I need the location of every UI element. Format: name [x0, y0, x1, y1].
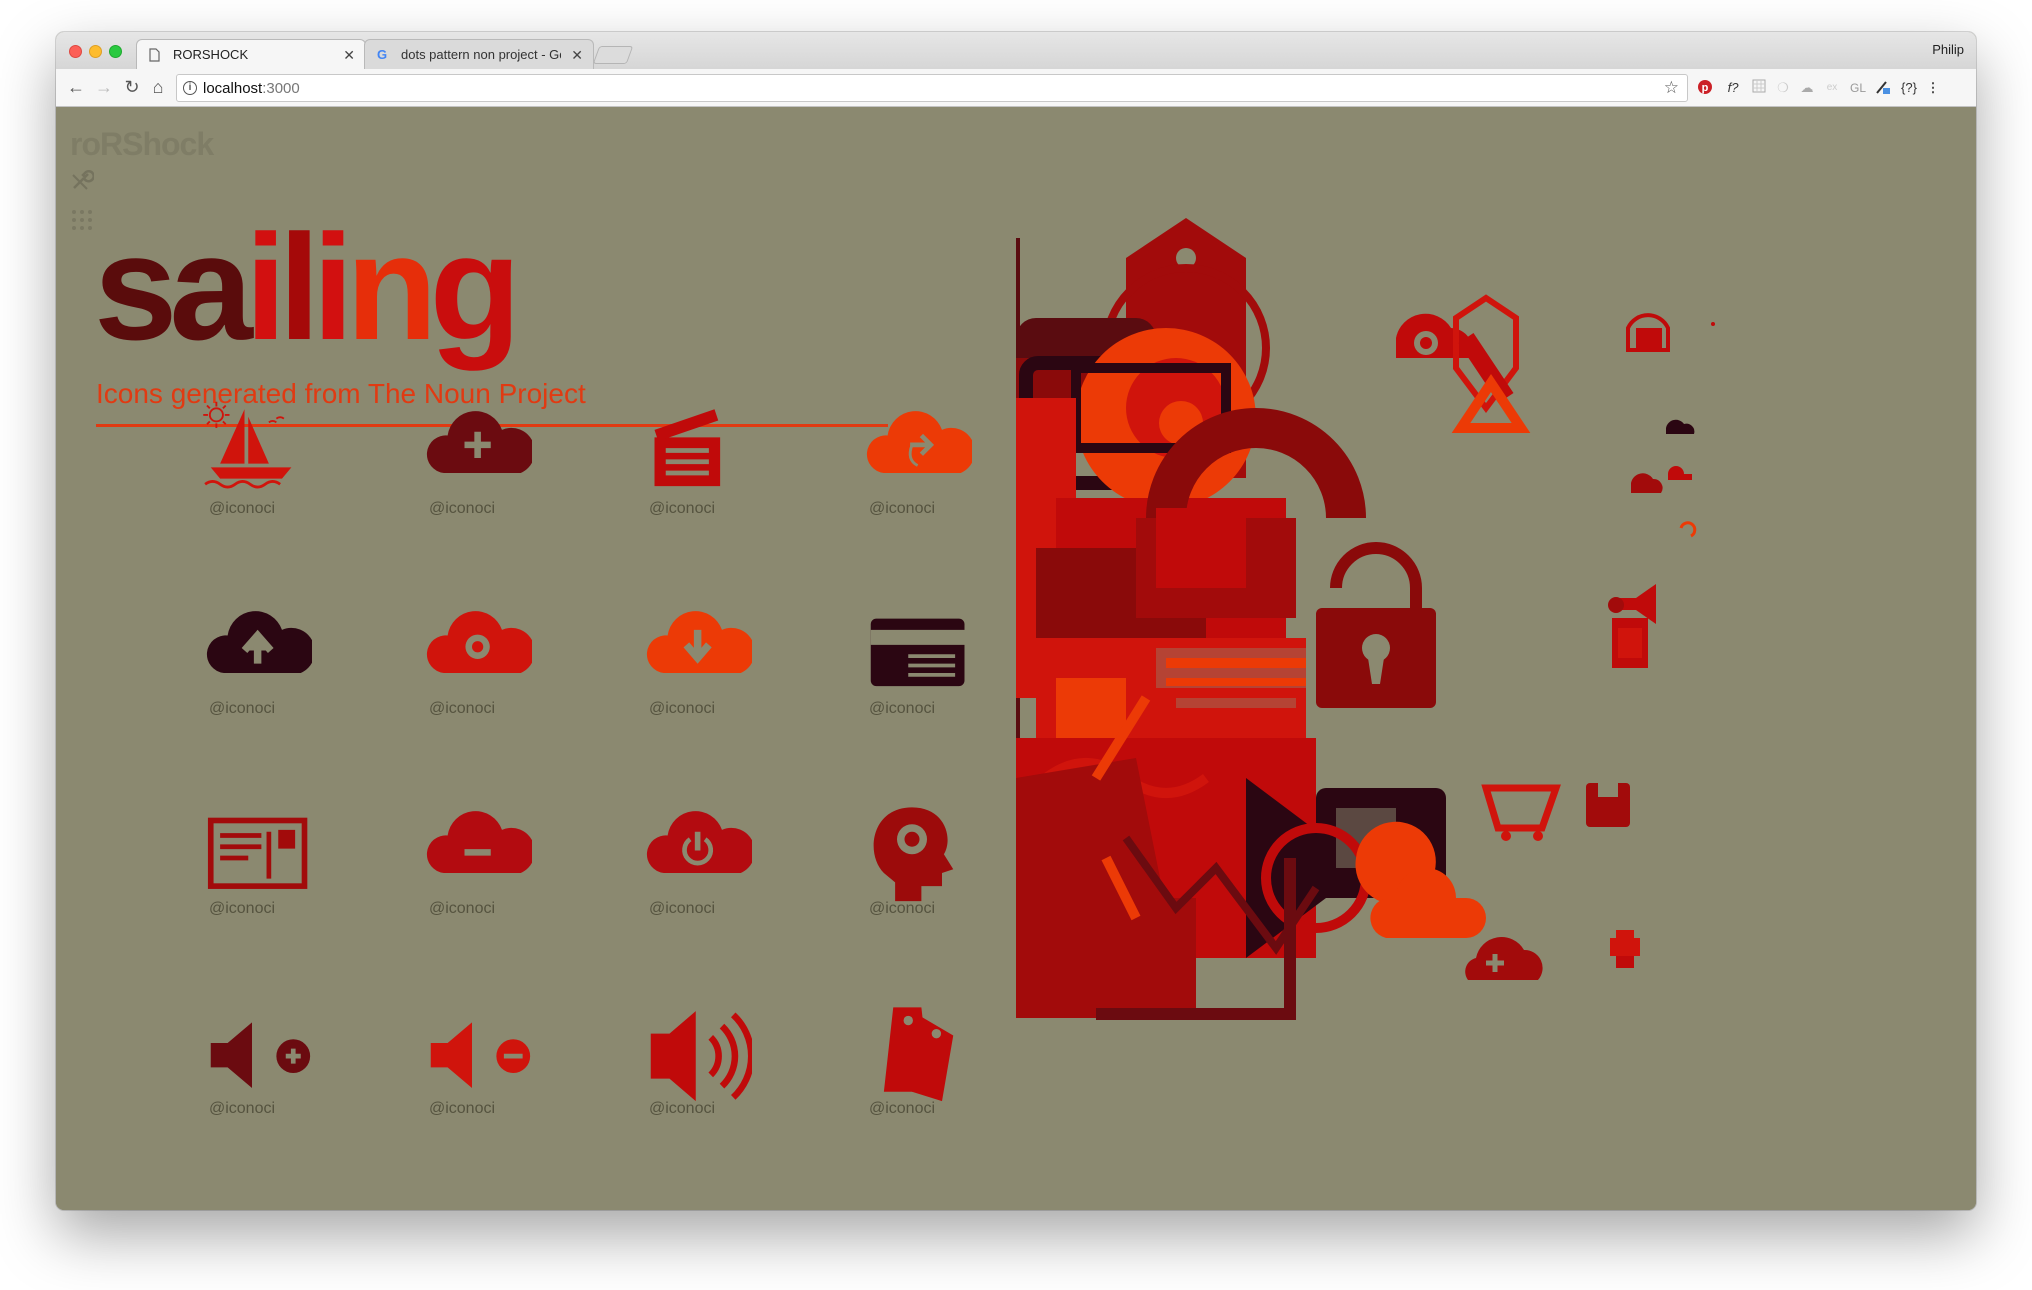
cloud-power-icon — [646, 811, 752, 873]
icon-credit[interactable]: @iconoci — [592, 500, 772, 518]
json-extension[interactable]: {?} — [1896, 79, 1922, 97]
icon-credit[interactable]: @iconoci — [152, 700, 332, 718]
close-tab-icon[interactable]: ✕ — [571, 40, 583, 69]
price-tags-icon — [883, 1007, 954, 1102]
google-icon: G — [377, 47, 388, 62]
wrench-icon[interactable] — [70, 168, 96, 194]
url-host: localhost — [203, 80, 263, 97]
tab-title: RORSHOCK — [173, 47, 249, 62]
tab-rorshock[interactable]: RORSHOCK ✕ — [136, 39, 366, 69]
icon-card[interactable]: @iconoci — [812, 998, 992, 1128]
bookmark-star-icon[interactable]: ☆ — [1664, 78, 1679, 98]
title-letter: i — [312, 203, 354, 371]
home-icon[interactable]: ⌂ — [148, 77, 168, 97]
icon-card[interactable]: @iconoci — [372, 998, 552, 1128]
cloud-icon[interactable]: ☁ — [1798, 79, 1816, 97]
icon-credit[interactable]: @iconoci — [812, 500, 992, 518]
grid-dots-icon[interactable] — [70, 208, 96, 234]
swirl-icon[interactable]: ❍ — [1774, 79, 1792, 97]
cloud-download-icon — [646, 611, 752, 673]
icon-card[interactable]: @iconoci — [372, 598, 552, 728]
icon-credit[interactable]: @iconoci — [372, 700, 552, 718]
grid-icon[interactable] — [1750, 79, 1768, 97]
minimize-window-button[interactable] — [89, 45, 102, 58]
icon-card[interactable]: @iconoci — [812, 798, 992, 928]
site-logo[interactable]: roRShock — [70, 126, 214, 163]
icon-credit[interactable]: @iconoci — [152, 500, 332, 518]
cloud-share-icon — [866, 411, 972, 473]
postcard-icon — [207, 817, 308, 889]
address-bar[interactable]: i localhost:3000 ☆ — [176, 74, 1688, 102]
tab-bar: RORSHOCK ✕ G dots pattern non project - … — [56, 32, 1976, 69]
icon-card[interactable]: @iconoci — [592, 598, 772, 728]
icon-card[interactable]: @iconoci — [152, 598, 332, 728]
icon-card[interactable]: @iconoci — [372, 798, 552, 928]
tab-title: dots pattern non project - Goo — [401, 47, 561, 62]
title-letter: s — [94, 203, 177, 371]
reload-icon[interactable]: ↻ — [122, 77, 142, 97]
browser-window: RORSHOCK ✕ G dots pattern non project - … — [56, 32, 1976, 1210]
page-content: roRShock sailing Icons generated from Th… — [56, 108, 1976, 1210]
card-reader-icon — [870, 618, 965, 687]
icon-credit[interactable]: @iconoci — [372, 1100, 552, 1118]
icon-credit[interactable]: @iconoci — [812, 700, 992, 718]
generated-collage — [1016, 218, 1715, 1020]
icon-credit[interactable]: @iconoci — [372, 900, 552, 918]
icon-card[interactable]: @iconoci — [812, 598, 992, 728]
icon-credit[interactable]: @iconoci — [812, 900, 992, 918]
maximize-window-button[interactable] — [109, 45, 122, 58]
new-tab-button[interactable] — [592, 46, 634, 64]
icon-card[interactable]: @iconoci — [592, 998, 772, 1128]
title-letter: i — [244, 203, 287, 371]
volume-minus-icon — [430, 1022, 531, 1088]
cloud-upload-icon — [206, 611, 312, 673]
cloud-settings-icon — [426, 611, 532, 673]
volume-loud-icon — [650, 1011, 752, 1102]
title-letter: n — [345, 203, 438, 371]
svg-text:p: p — [1702, 82, 1709, 94]
close-window-button[interactable] — [69, 45, 82, 58]
icon-credit[interactable]: @iconoci — [592, 700, 772, 718]
page-title: sailing — [94, 212, 521, 362]
tab-google-search[interactable]: G dots pattern non project - Goo ✕ — [364, 39, 594, 69]
title-letter: a — [169, 203, 252, 371]
clapperboard-icon — [654, 409, 721, 487]
back-icon[interactable]: ← — [66, 77, 86, 97]
gl-extension[interactable]: GL — [1848, 79, 1868, 97]
icon-card[interactable]: @iconoci — [152, 398, 332, 528]
url-text: localhost:3000 — [203, 80, 300, 97]
url-port: :3000 — [262, 80, 300, 97]
menu-icon[interactable]: ⋮ — [1926, 79, 1940, 97]
cloud-remove-icon — [426, 811, 532, 873]
pen-icon[interactable] — [1874, 79, 1892, 97]
icon-card[interactable]: @iconoci — [592, 398, 772, 528]
sailboat-icon — [203, 401, 292, 489]
forward-icon[interactable]: → — [94, 77, 114, 97]
icon-card[interactable]: @iconoci — [372, 398, 552, 528]
icon-credit[interactable]: @iconoci — [152, 1100, 332, 1118]
browser-toolbar: ← → ↻ ⌂ i localhost:3000 ☆ p f? ❍ ☁ ex G… — [56, 69, 1976, 107]
close-tab-icon[interactable]: ✕ — [343, 40, 355, 69]
cloud-add-icon — [426, 411, 532, 473]
icon-credit[interactable]: @iconoci — [592, 900, 772, 918]
title-letter: l — [278, 203, 321, 371]
icon-credit[interactable]: @iconoci — [812, 1100, 992, 1118]
icon-card[interactable]: @iconoci — [592, 798, 772, 928]
icon-credit[interactable]: @iconoci — [152, 900, 332, 918]
ex-extension[interactable]: ex — [1822, 79, 1842, 97]
font-finder-extension[interactable]: f? — [1722, 79, 1744, 97]
icon-card[interactable]: @iconoci — [152, 798, 332, 928]
volume-plus-icon — [210, 1022, 311, 1088]
icon-credit[interactable]: @iconoci — [372, 500, 552, 518]
icon-card[interactable]: @iconoci — [152, 998, 332, 1128]
site-info-icon[interactable]: i — [183, 81, 197, 95]
pinterest-icon[interactable]: p — [1696, 79, 1714, 97]
head-gear-icon — [873, 807, 954, 902]
profile-name[interactable]: Philip — [1932, 42, 1964, 57]
icon-credit[interactable]: @iconoci — [592, 1100, 772, 1118]
title-letter: g — [429, 203, 522, 371]
icon-card[interactable]: @iconoci — [812, 398, 992, 528]
document-icon — [149, 48, 161, 62]
